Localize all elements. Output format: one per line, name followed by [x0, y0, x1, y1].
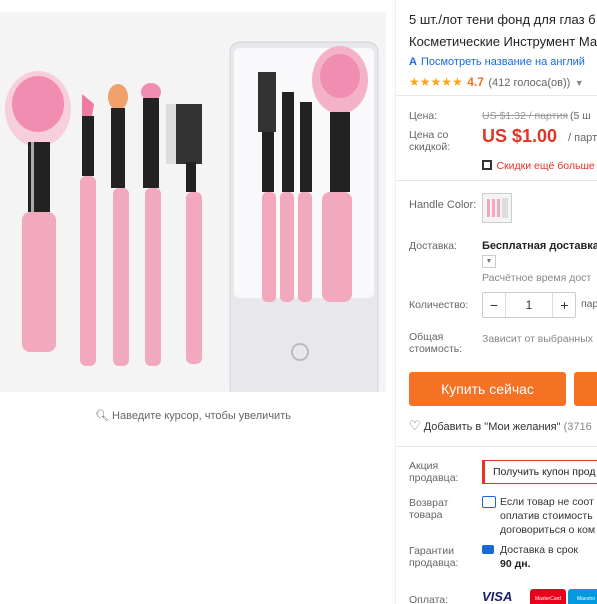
wishlist-link[interactable]: ♡ Добавить в "Мои желания" (3716: [409, 418, 592, 434]
handle-color-label: Handle Color:: [409, 199, 477, 211]
discount-label-2: скидкой:: [409, 141, 451, 153]
wishlist-count: (3716: [563, 421, 592, 433]
payment-label: Оплата:: [409, 594, 449, 604]
chevron-down-icon: ▼: [485, 258, 493, 265]
price-label: Цена:: [409, 110, 438, 122]
returns-line3: договориться о ком: [500, 524, 596, 536]
delivery-dropdown[interactable]: ▼: [482, 255, 496, 268]
product-photo[interactable]: [0, 12, 386, 392]
delivery-label: Доставка:: [409, 240, 458, 252]
old-price: US $1.32 / партия: [482, 110, 569, 122]
star-icon: ★★★★★: [409, 75, 463, 89]
returns-label-1: Возврат: [409, 497, 449, 509]
old-price-extra: (5 ш: [570, 110, 591, 122]
product-title-line2[interactable]: Косметические Инструмент Ма: [409, 34, 597, 49]
add-to-cart-button[interactable]: [574, 372, 597, 406]
qr-code-icon: [482, 160, 492, 170]
quantity-input[interactable]: 1: [506, 293, 552, 317]
zoom-hint-text: Наведите курсор, чтобы увеличить: [112, 410, 291, 422]
visa-logo: VISA: [482, 589, 513, 604]
brush-set-illustration: [0, 12, 386, 392]
total-label-2: стоимость:: [409, 343, 463, 355]
product-title-line1[interactable]: 5 шт./лот тени фонд для глаз б: [409, 12, 596, 27]
return-policy-icon: [482, 496, 496, 508]
total-label-1: Общая: [409, 331, 444, 343]
rating[interactable]: ★★★★★ 4.7 (412 голоса(ов)) ▼: [409, 73, 584, 91]
divider: [396, 180, 597, 181]
extra-discount-text: Скидки ещё больше: [496, 160, 595, 172]
get-coupon-button[interactable]: Получить купон прод: [482, 460, 597, 484]
delivery-truck-icon: [482, 545, 494, 554]
translate-icon: A: [409, 56, 417, 68]
returns-line2: оплатив стоимость: [500, 510, 593, 522]
guarantee-line2: 90 дн.: [500, 558, 531, 570]
discount-label-1: Цена со: [409, 129, 449, 141]
divider: [396, 95, 597, 96]
guarantee-line1: Доставка в срок: [500, 544, 579, 556]
returns-line1: Если товар не соот: [500, 496, 594, 508]
heart-icon: ♡: [409, 418, 421, 433]
guarantee-label-1: Гарантии: [409, 545, 454, 557]
magnifier-icon: 🔍︎: [95, 410, 109, 422]
mastercard-logo: MasterCard: [530, 589, 566, 604]
rating-value: 4.7: [467, 75, 484, 89]
wishlist-text: Добавить в "Мои желания": [423, 421, 561, 433]
translate-link[interactable]: A Посмотреть название на англий: [409, 56, 585, 68]
delivery-value[interactable]: Бесплатная доставка: [482, 240, 597, 252]
quantity-label: Количество:: [409, 299, 469, 311]
buy-now-button[interactable]: Купить сейчас: [409, 372, 566, 406]
price-unit: / парт: [568, 132, 597, 144]
color-option-thumbnail[interactable]: [482, 193, 512, 223]
maestro-logo: Maestro: [568, 589, 597, 604]
delivery-estimate: Расчётное время дост: [482, 272, 592, 284]
zoom-hint: 🔍︎ Наведите курсор, чтобы увеличить: [0, 409, 386, 422]
rating-count: (412 голоса(ов)): [488, 77, 571, 89]
quantity-unit: парт: [581, 298, 597, 310]
image-gallery: 🔍︎ Наведите курсор, чтобы увеличить: [0, 0, 395, 604]
brush-thumbnail-icon: [487, 198, 508, 218]
seller-promo-label-1: Акция: [409, 460, 439, 472]
quantity-plus-button[interactable]: +: [552, 293, 576, 317]
chevron-down-icon: ▼: [574, 78, 584, 88]
new-price: US $1.00: [482, 126, 558, 146]
seller-promo-label-2: продавца:: [409, 472, 459, 484]
translate-link-text: Посмотреть название на англий: [420, 56, 585, 68]
extra-discount-link[interactable]: Скидки ещё больше: [482, 156, 595, 174]
returns-label-2: товара: [409, 509, 443, 521]
divider: [396, 446, 597, 447]
total-value: Зависит от выбранных: [482, 333, 594, 345]
quantity-stepper: − 1 +: [482, 292, 576, 318]
guarantee-label-2: продавца:: [409, 557, 459, 569]
quantity-minus-button[interactable]: −: [483, 293, 506, 317]
product-info-panel: 5 шт./лот тени фонд для глаз б Косметиче…: [395, 0, 597, 604]
